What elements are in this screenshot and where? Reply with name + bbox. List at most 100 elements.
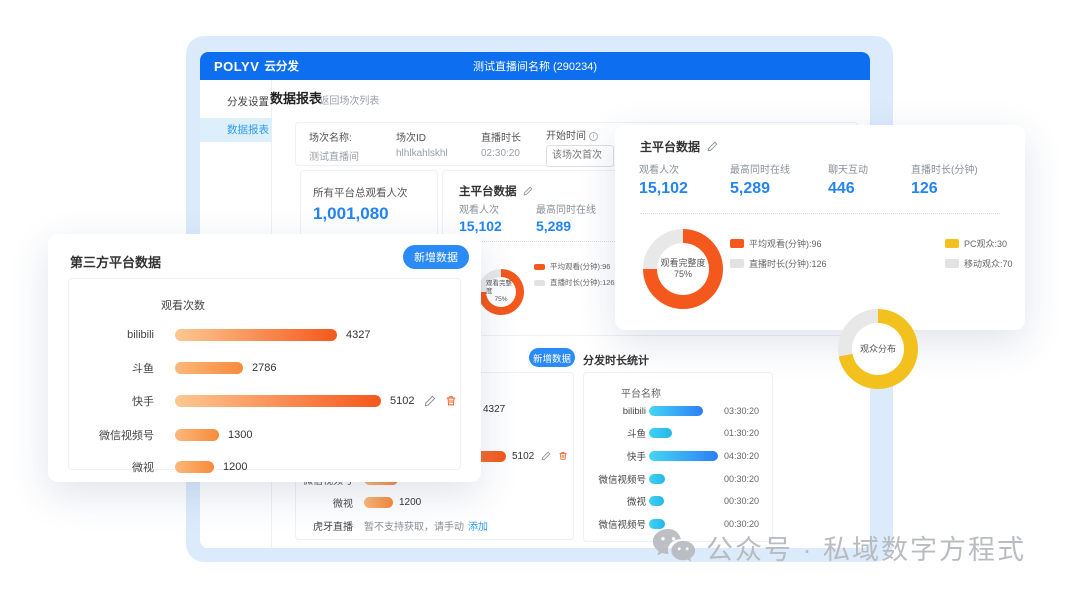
sidebar-item-data-report[interactable]: 数据报表 — [200, 118, 272, 142]
wechat-icon — [652, 529, 696, 562]
bar-douyu — [175, 362, 243, 374]
distribution-legend: PC观众:30 移动观众:70 — [945, 237, 1013, 270]
duration-bar-douyu — [649, 428, 672, 438]
back-to-session-list-link[interactable]: ‹ 返回场次列表 — [312, 92, 379, 107]
edit-icon[interactable] — [707, 141, 718, 152]
duration-time-wechat-channels: 00:30:20 — [724, 474, 760, 484]
chart-title: 观看次数 — [161, 300, 205, 312]
sidebar-item-distribution-settings[interactable]: 分发设置 — [200, 90, 272, 114]
live-duration-field: 直播时长 02:30:20 — [481, 129, 521, 159]
delete-icon[interactable] — [558, 451, 568, 461]
live-duration-label: 直播时长 — [481, 133, 521, 144]
add-data-button[interactable]: 新增数据 — [403, 245, 469, 269]
session-id-field: 场次ID hlhlkahlskhl — [396, 129, 448, 159]
edit-icon[interactable] — [541, 451, 551, 461]
duration-label-bilibili: bilibili — [622, 405, 646, 417]
bar-label-douyu: 斗鱼 — [132, 363, 154, 375]
room-title: 测试直播间名称 (290234) — [472, 61, 598, 73]
total-views-label: 所有平台总观看人次 — [313, 187, 408, 199]
duration-time-weishi: 00:30:20 — [724, 496, 760, 506]
bar-value-douyu: 2786 — [252, 362, 277, 374]
peak-online-stat-value: 5,289 — [536, 218, 572, 234]
stat-peak-online-label: 最高同时在线 — [730, 165, 790, 176]
bar-row-kuaishou: 快手 5102 — [69, 393, 457, 409]
legend-swatch-pc-viewers — [945, 239, 959, 248]
duration-label-kuaishou: 快手 — [626, 452, 646, 463]
legend-swatch-live-duration — [534, 279, 545, 286]
stat-views-label: 观看人次 — [639, 165, 679, 176]
bar-label-kuaishou: 快手 — [132, 396, 154, 408]
views-stat: 观看人次 15,102 — [459, 201, 502, 234]
bar-value-bilibili: 4327 — [483, 403, 506, 415]
bar-row-bilibili: bilibili 4327 — [69, 327, 370, 343]
stat-views-value: 15,102 — [639, 180, 688, 197]
bar-row-huya: 虎牙直播 暂不支持获取，请手动 添加 — [296, 518, 488, 533]
bar-value-weishi: 1200 — [399, 496, 422, 508]
app-logo: POLYV 云分发 — [214, 52, 299, 80]
third-party-panel-chart-box: 观看次数 bilibili 4327 斗鱼 2786 快手 5102 微信视频号 — [68, 278, 461, 474]
add-data-button[interactable]: 新增数据 — [529, 348, 575, 367]
stat-duration: 直播时长(分钟) 126 — [911, 161, 978, 198]
huya-note: 暂不支持获取，请手动 — [364, 521, 464, 533]
bar-weishi — [175, 461, 214, 473]
screenshot-root: 测试直播间名称 (290234) POLYV 云分发 分发设置 数据报表 数据报… — [0, 0, 1080, 599]
legend-label-avg-watch: 平均观看(分钟):96 — [749, 239, 822, 249]
bar-value-kuaishou: 5102 — [512, 450, 535, 462]
bar-wechat-channels — [175, 429, 219, 441]
duration-row-kuaishou: 快手 04:30:20 — [584, 450, 759, 463]
edit-icon[interactable] — [523, 186, 533, 196]
stat-peak-online: 最高同时在线 5,289 — [730, 161, 790, 198]
duration-row-douyu: 斗鱼 01:30:20 — [584, 427, 759, 440]
bar-row-douyu: 斗鱼 2786 — [69, 360, 276, 376]
completion-donut-value: 75% — [673, 269, 692, 279]
bar-row-weishi: 微视 1200 — [69, 459, 247, 475]
bar-value-wechat-channels: 1300 — [228, 429, 253, 441]
views-stat-label: 观看人次 — [459, 205, 499, 216]
legend-label-live-duration: 直播时长(分钟):126 — [749, 259, 827, 269]
main-platform-card-title: 主平台数据 — [459, 186, 517, 198]
back-link-label: 返回场次列表 — [319, 96, 380, 107]
duration-chart-box: 平台名称 bilibili 03:30:20 斗鱼 01:30:20 快手 04… — [583, 372, 773, 542]
bar-label-weishi: 微视 — [132, 462, 154, 474]
duration-chart-header: 平台名称 — [621, 389, 661, 400]
duration-label-douyu: 斗鱼 — [626, 429, 646, 440]
delete-icon[interactable] — [445, 395, 457, 407]
bar-label-huya: 虎牙直播 — [313, 521, 353, 533]
legend-label-live-duration: 直播时长(分钟):126 — [550, 278, 615, 287]
duration-label-wechat-channels: 微信视频号 — [598, 475, 646, 486]
bar-value-weishi: 1200 — [223, 461, 248, 473]
legend-label-pc-viewers: PC观众:30 — [964, 239, 1008, 249]
panel-title: 第三方平台数据 — [70, 255, 162, 270]
duration-label-weishi: 微视 — [626, 497, 646, 508]
legend-label-mobile-viewers: 移动观众:70 — [964, 259, 1013, 269]
session-name-value: 测试直播间 — [309, 152, 359, 163]
completion-donut-label: 观看完整度 — [660, 258, 706, 268]
panel-title: 主平台数据 — [640, 140, 701, 154]
start-time-select[interactable]: 该场次首次 — [546, 145, 614, 167]
views-stat-value: 15,102 — [459, 218, 502, 234]
peak-online-stat-label: 最高同时在线 — [536, 205, 596, 216]
peak-online-stat: 最高同时在线 5,289 — [536, 201, 596, 234]
bar-row-wechat-channels: 微信视频号 1300 — [69, 427, 252, 443]
edit-icon[interactable] — [424, 395, 436, 407]
stat-chat: 聊天互动 446 — [828, 161, 868, 198]
session-id-value: hlhlkahlskhl — [396, 148, 448, 159]
legend-label-avg-watch: 平均观看(分钟):96 — [550, 262, 611, 271]
bar-weishi — [364, 496, 393, 508]
duration-label-wechat-channels-2: 微信视频号 — [598, 520, 646, 531]
session-name-field: 场次名称: 测试直播间 — [309, 129, 359, 163]
duration-bar-weishi — [649, 496, 664, 506]
donut-center-label: 观看完整度 — [486, 280, 512, 295]
panel-title-row: 主平台数据 — [640, 138, 718, 155]
duration-row-wechat-channels: 微信视频号 00:30:20 — [584, 473, 759, 486]
huya-add-link[interactable]: 添加 — [468, 518, 488, 533]
duration-row-bilibili: bilibili 03:30:20 — [584, 405, 759, 417]
session-name-label: 场次名称: — [309, 133, 352, 144]
divider — [640, 213, 1000, 214]
completion-donut: 观看完整度 75% — [643, 229, 723, 309]
logo-cloud-distribution: 云分发 — [264, 61, 299, 73]
bar-value-bilibili: 4327 — [346, 329, 371, 341]
completion-legend: 平均观看(分钟):96 直播时长(分钟):126 — [730, 237, 827, 270]
stat-duration-label: 直播时长(分钟) — [911, 165, 978, 176]
stat-peak-online-value: 5,289 — [730, 180, 771, 197]
